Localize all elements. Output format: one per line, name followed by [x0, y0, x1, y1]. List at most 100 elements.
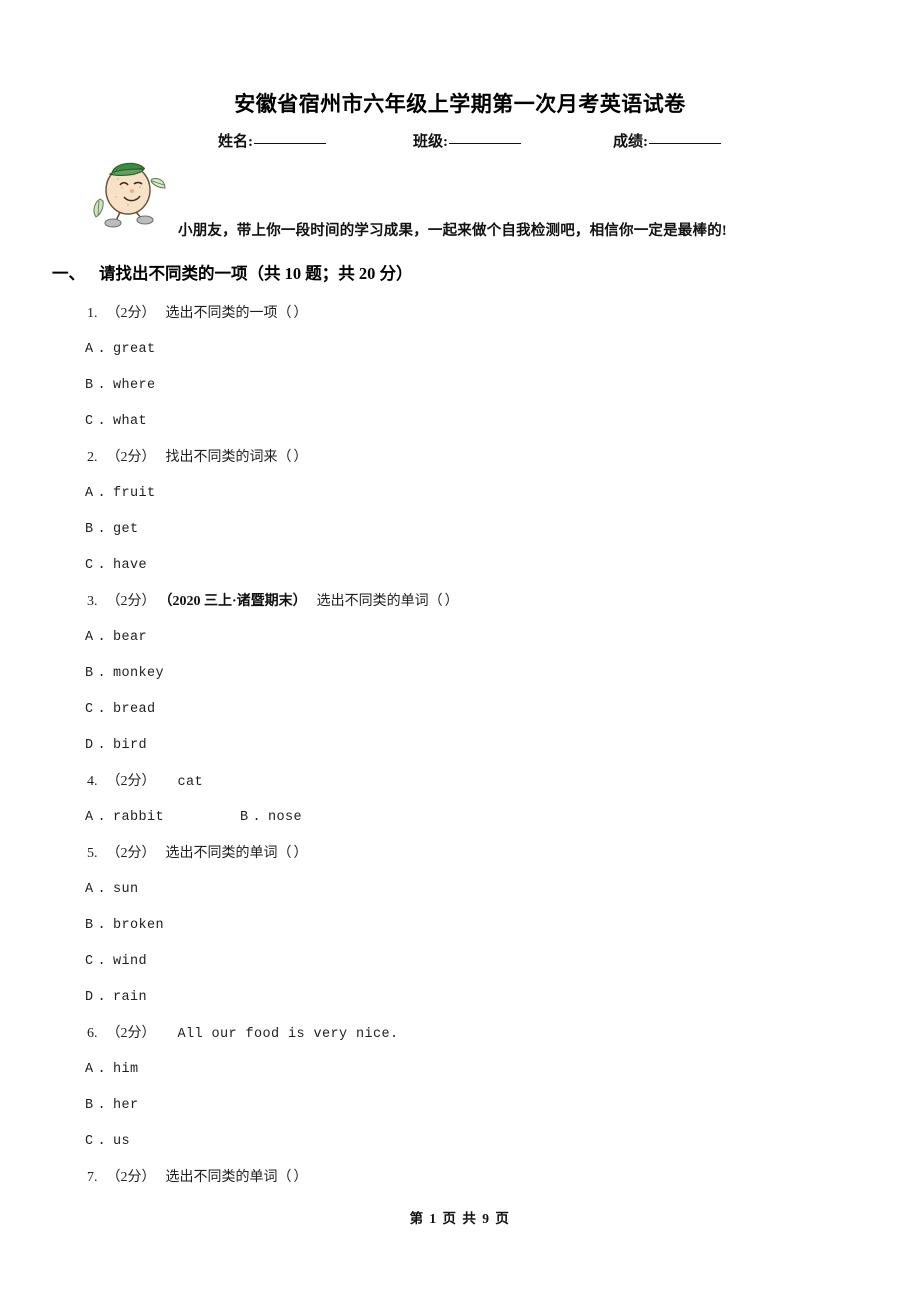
- option-row[interactable]: C. have: [0, 548, 920, 584]
- question-stem: 5. （2分） 选出不同类的单词（）: [0, 836, 920, 872]
- question-list: 1. （2分） 选出不同类的一项（） A. great B. where C. what …: [0, 296, 920, 1196]
- option-letter: B: [85, 918, 94, 933]
- option-dot: .: [97, 954, 107, 969]
- question-text: 选出不同类的单词（: [165, 846, 292, 861]
- question-number: 7.: [87, 1170, 98, 1185]
- option-dot: .: [252, 810, 262, 825]
- option-text: wind: [113, 954, 148, 969]
- option-dot: .: [97, 990, 107, 1005]
- option-dot: .: [97, 486, 107, 501]
- exam-page: 安徽省宿州市六年级上学期第一次月考英语试卷 姓名: 班级: 成绩: 小朋友，带上…: [0, 0, 920, 1302]
- option-letter: D: [85, 990, 94, 1005]
- student-name-label: 姓名:: [218, 134, 253, 150]
- option-text: get: [113, 522, 139, 537]
- option-row[interactable]: A. fruit: [0, 476, 920, 512]
- student-class-label: 班级:: [413, 134, 448, 150]
- option-letter: A: [85, 486, 94, 501]
- student-class-field[interactable]: 班级:: [413, 130, 521, 151]
- option-dot: .: [97, 810, 107, 825]
- question-score: （2分）: [106, 306, 156, 321]
- option-dot: .: [97, 378, 107, 393]
- question-item: 2. （2分） 找出不同类的词来（） A. fruit B. get C. have: [0, 440, 920, 584]
- question-number: 3.: [87, 594, 98, 609]
- student-score-blank[interactable]: [649, 143, 721, 144]
- option-text: rabbit: [113, 810, 165, 825]
- question-stem: 1. （2分） 选出不同类的一项（）: [0, 296, 920, 332]
- student-class-blank[interactable]: [449, 143, 521, 144]
- option-dot: .: [97, 882, 107, 897]
- option-text: what: [113, 414, 148, 429]
- option-text: nose: [268, 810, 303, 825]
- option-row[interactable]: D. bird: [0, 728, 920, 764]
- option-text: fruit: [113, 486, 156, 501]
- option-letter: B: [85, 666, 94, 681]
- option-text: sun: [113, 882, 139, 897]
- option-row[interactable]: C. what: [0, 404, 920, 440]
- option-text: where: [113, 378, 156, 393]
- option-letter: D: [85, 738, 94, 753]
- option-dot: .: [97, 558, 107, 573]
- option-dot: .: [97, 1134, 107, 1149]
- option-letter: A: [85, 810, 94, 825]
- option-dot: .: [97, 738, 107, 753]
- question-source-tag: （2020 三上·诸暨期末）: [165, 594, 307, 609]
- question-item: 6. （2分） All our food is very nice. A. him B…: [0, 1016, 920, 1160]
- answer-paren: ）: [293, 450, 317, 465]
- page-title: 安徽省宿州市六年级上学期第一次月考英语试卷: [234, 92, 686, 116]
- option-row[interactable]: A. rabbit B. nose: [0, 800, 920, 836]
- option-letter: A: [85, 630, 94, 645]
- option-row[interactable]: A. great: [0, 332, 920, 368]
- option-letter: C: [85, 954, 94, 969]
- question-score: （2分）: [106, 774, 156, 789]
- option-row[interactable]: B. monkey: [0, 656, 920, 692]
- option-row[interactable]: C. wind: [0, 944, 920, 980]
- student-score-label: 成绩:: [613, 134, 648, 150]
- question-stem: 4. （2分） cat: [0, 764, 920, 800]
- option-row[interactable]: B. broken: [0, 908, 920, 944]
- question-item: 4. （2分） cat A. rabbit B. nose: [0, 764, 920, 836]
- option-text: have: [113, 558, 148, 573]
- option-text: bear: [113, 630, 148, 645]
- option-dot: .: [97, 1062, 107, 1077]
- option-text: great: [113, 342, 156, 357]
- option-text: monkey: [113, 666, 165, 681]
- section-heading: 一、 请找出不同类的一项（共 10 题；共 20 分）: [52, 260, 413, 284]
- question-stem: 2. （2分） 找出不同类的词来（）: [0, 440, 920, 476]
- question-number: 6.: [87, 1026, 98, 1041]
- student-score-field[interactable]: 成绩:: [613, 130, 721, 151]
- answer-paren: ）: [293, 846, 317, 861]
- question-score: （2分）: [106, 594, 156, 609]
- option-text: broken: [113, 918, 165, 933]
- question-item: 5. （2分） 选出不同类的单词（） A. sun B. broken C. wind D…: [0, 836, 920, 1016]
- question-text: 选出不同类的单词（: [165, 1170, 292, 1185]
- option-dot: .: [97, 414, 107, 429]
- option-text: her: [113, 1098, 139, 1113]
- answer-paren: ）: [293, 1170, 317, 1185]
- student-name-blank[interactable]: [254, 143, 326, 144]
- question-stem: 7. （2分） 选出不同类的单词（）: [0, 1160, 920, 1196]
- question-item: 1. （2分） 选出不同类的一项（） A. great B. where C. what: [0, 296, 920, 440]
- option-row[interactable]: B. get: [0, 512, 920, 548]
- question-score: （2分）: [106, 846, 156, 861]
- option-letter: B: [85, 378, 94, 393]
- option-letter: C: [85, 414, 94, 429]
- option-row[interactable]: A. bear: [0, 620, 920, 656]
- option-row[interactable]: B. her: [0, 1088, 920, 1124]
- student-info-row: 姓名: 班级: 成绩:: [0, 130, 920, 154]
- section-title: 请找出不同类的一项（共 10 题；共 20 分）: [99, 264, 413, 283]
- option-row[interactable]: A. him: [0, 1052, 920, 1088]
- option-row[interactable]: C. us: [0, 1124, 920, 1160]
- question-score: （2分）: [106, 1170, 156, 1185]
- cartoon-egg-character-icon: [88, 157, 170, 229]
- greeting-text: 小朋友，带上你一段时间的学习成果，一起来做个自我检测吧，相信你一定是最棒的!: [178, 223, 727, 239]
- option-row-inline-second[interactable]: B. nose: [240, 800, 302, 836]
- question-score: （2分）: [106, 1026, 156, 1041]
- option-row[interactable]: D. rain: [0, 980, 920, 1016]
- option-dot: .: [97, 630, 107, 645]
- student-name-field[interactable]: 姓名:: [218, 130, 326, 151]
- section-number: 一、: [52, 264, 85, 283]
- question-text: 找出不同类的词来（: [165, 450, 292, 465]
- option-row[interactable]: B. where: [0, 368, 920, 404]
- option-row[interactable]: A. sun: [0, 872, 920, 908]
- option-row[interactable]: C. bread: [0, 692, 920, 728]
